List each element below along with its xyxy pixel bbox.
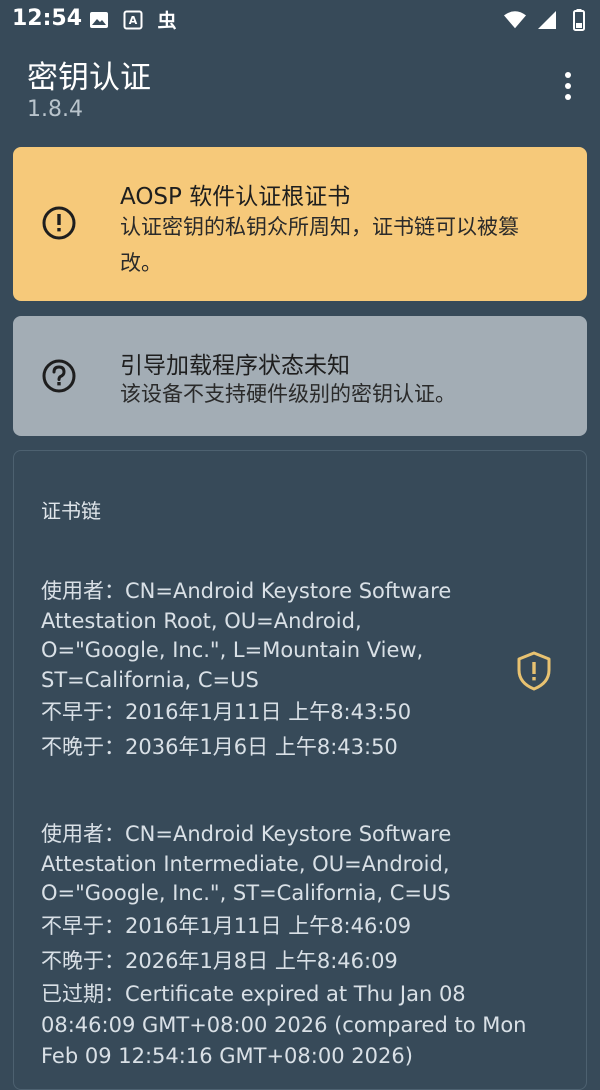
more-vert-icon[interactable]	[554, 70, 582, 102]
bootloader-status-card[interactable]: 引导加载程序状态未知 该设备不支持硬件级别的密钥认证。	[13, 316, 587, 436]
battery-icon	[568, 9, 590, 31]
card-title: AOSP 软件认证根证书	[120, 184, 351, 210]
shield-warning-icon[interactable]	[516, 651, 552, 691]
certificate-chain-card: 证书链 使用者：CN=Android Keystore Software Att…	[13, 450, 587, 1090]
aosp-warning-card[interactable]: AOSP 软件认证根证书 认证密钥的私钥众所周知，证书链可以被篡改。	[13, 147, 587, 301]
keyboard-a-icon: A	[122, 9, 144, 31]
bug-icon: 虫	[156, 9, 178, 31]
image-icon	[88, 9, 110, 31]
cert-subject: 使用者：CN=Android Keystore Software Attesta…	[41, 822, 452, 905]
app-title: 密钥认证	[27, 60, 151, 96]
certificate-entry[interactable]: 使用者：CN=Android Keystore Software Attesta…	[41, 820, 556, 1072]
wifi-icon	[504, 9, 526, 31]
status-time: 12:54	[12, 6, 83, 31]
svg-text:虫: 虫	[157, 9, 176, 31]
certificate-entry[interactable]: 使用者：CN=Android Keystore Software Attesta…	[41, 577, 556, 765]
card-description: 该设备不支持硬件级别的密钥认证。	[120, 382, 456, 406]
cert-expired: 已过期：Certificate expired at Thu Jan 08 08…	[41, 981, 527, 1068]
status-bar: 12:54 A 虫	[0, 0, 600, 40]
cert-not-before: 不早于：2016年1月11日 上午8:46:09	[41, 913, 412, 938]
svg-text:A: A	[129, 14, 138, 27]
card-description: 认证密钥的私钥众所周知，证书链可以被篡改。	[120, 215, 519, 275]
cert-not-after: 不晚于：2036年1月6日 上午8:43:50	[41, 735, 398, 759]
app-bar: 密钥认证 1.8.4	[0, 40, 600, 140]
app-version: 1.8.4	[27, 97, 83, 122]
chain-title: 证书链	[41, 499, 101, 523]
cellular-signal-icon	[536, 9, 558, 31]
cert-not-before: 不早于：2016年1月11日 上午8:43:50	[41, 700, 412, 724]
question-circle-icon	[41, 358, 77, 394]
card-title: 引导加载程序状态未知	[120, 353, 350, 379]
cert-not-after: 不晚于：2026年1月8日 上午8:46:09	[41, 948, 398, 973]
cert-subject: 使用者：CN=Android Keystore Software Attesta…	[41, 579, 452, 692]
exclamation-circle-icon	[41, 205, 77, 241]
